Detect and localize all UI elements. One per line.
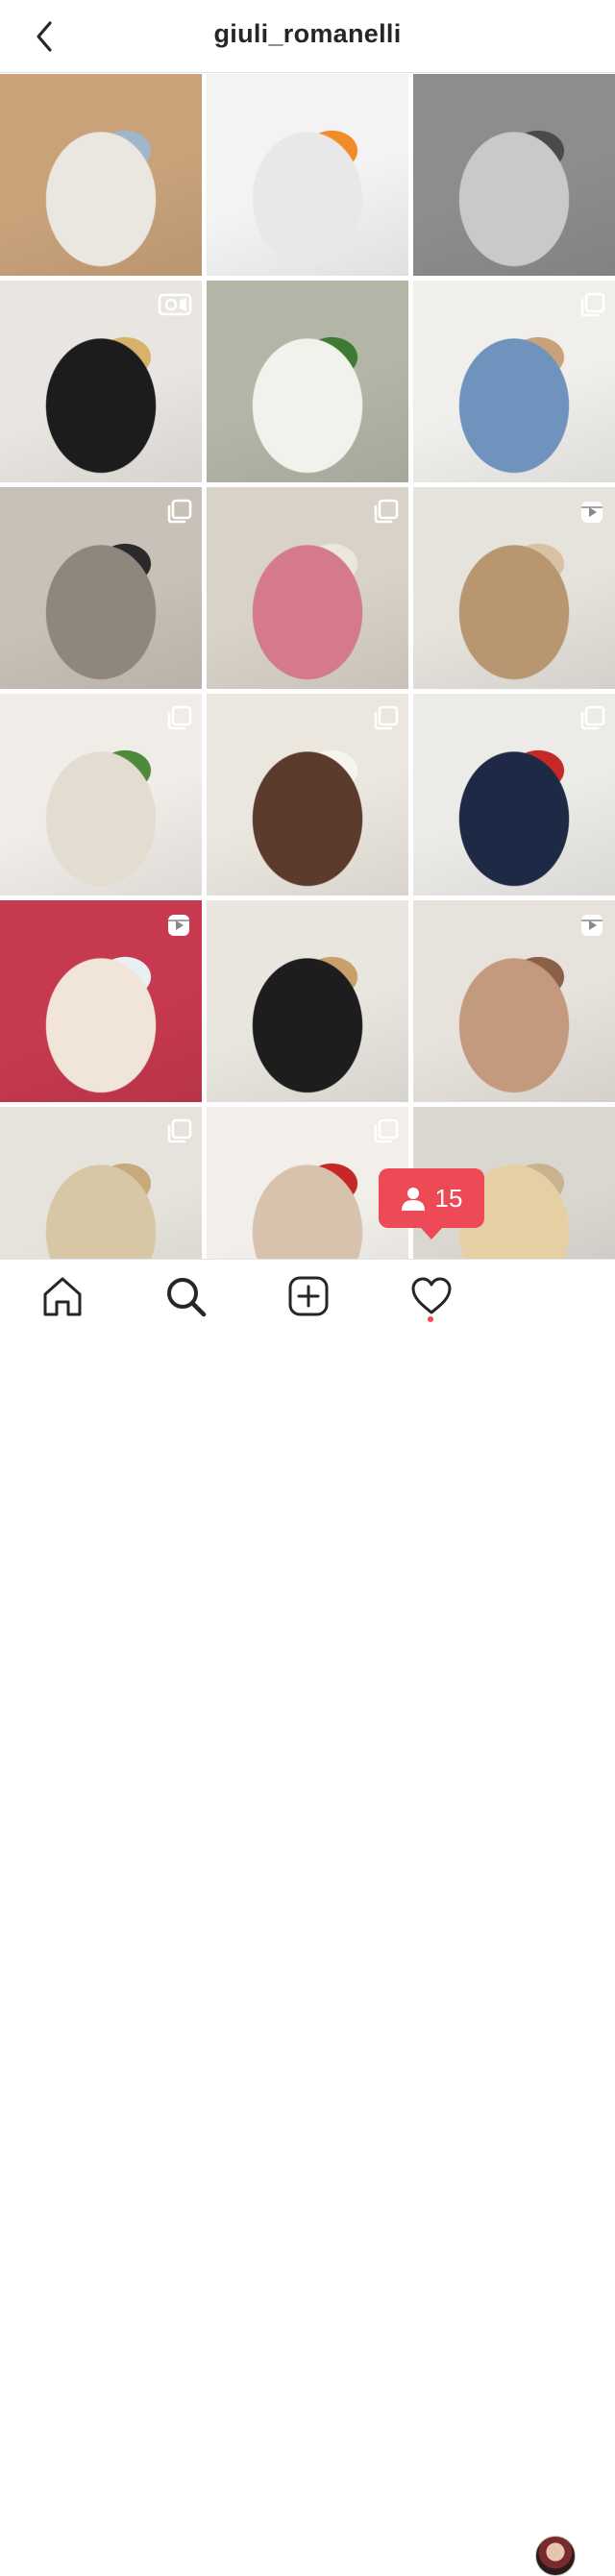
post-trench-back[interactable] bbox=[0, 1107, 202, 1260]
carousel-icon bbox=[372, 1118, 399, 1150]
post-supplement-box[interactable] bbox=[207, 74, 408, 276]
activity-notification-bubble[interactable]: 15 bbox=[379, 1168, 484, 1239]
post-thumbnail-image bbox=[413, 74, 615, 276]
notification-count: 15 bbox=[434, 1183, 463, 1213]
bottom-tab-bar bbox=[0, 1259, 615, 2576]
carousel-icon bbox=[372, 499, 399, 530]
tab-profile[interactable] bbox=[535, 2536, 576, 2576]
tab-activity[interactable] bbox=[410, 1275, 453, 1317]
carousel-icon bbox=[165, 1118, 192, 1150]
carousel-icon bbox=[165, 705, 192, 737]
post-white-knit[interactable] bbox=[0, 694, 202, 895]
tab-home[interactable] bbox=[41, 1275, 84, 1317]
post-hair-bun[interactable] bbox=[413, 487, 615, 689]
person-icon bbox=[401, 1188, 425, 1211]
home-icon bbox=[43, 1277, 82, 1316]
post-restorate-products[interactable] bbox=[0, 900, 202, 1102]
igtv-icon bbox=[158, 292, 192, 322]
posts-grid bbox=[0, 73, 615, 1260]
search-icon bbox=[167, 1278, 207, 1317]
post-thumbnail-image bbox=[0, 74, 202, 276]
post-denim-selfie[interactable] bbox=[413, 281, 615, 482]
post-shelf-decor[interactable] bbox=[0, 487, 202, 689]
carousel-icon bbox=[578, 292, 605, 324]
post-thumbnail-image bbox=[207, 74, 408, 276]
post-chanel-bag[interactable] bbox=[0, 281, 202, 482]
plus-square-icon bbox=[288, 1276, 329, 1316]
post-thumbnail-image bbox=[207, 900, 408, 1102]
post-striped-sweater-red-bag[interactable] bbox=[413, 694, 615, 895]
top-bar: giuli_romanelli bbox=[0, 0, 615, 73]
post-beige-blazer-bag[interactable] bbox=[0, 74, 202, 276]
post-pink-shirt-sofa[interactable] bbox=[207, 487, 408, 689]
activity-dot bbox=[428, 1316, 433, 1322]
tab-search[interactable] bbox=[164, 1275, 207, 1317]
post-hand-face-portrait[interactable] bbox=[413, 900, 615, 1102]
post-white-trousers[interactable] bbox=[207, 694, 408, 895]
tab-new-post[interactable] bbox=[287, 1275, 330, 1317]
carousel-icon bbox=[372, 705, 399, 737]
reels-icon bbox=[165, 912, 192, 944]
reels-icon bbox=[578, 912, 605, 944]
page-title: giuli_romanelli bbox=[213, 19, 402, 48]
post-beach-sand-bw[interactable] bbox=[413, 74, 615, 276]
carousel-icon bbox=[165, 499, 192, 530]
post-black-dress-selfie[interactable] bbox=[207, 900, 408, 1102]
post-thumbnail-image bbox=[207, 281, 408, 482]
heart-icon bbox=[411, 1277, 452, 1314]
post-white-tulips[interactable] bbox=[207, 281, 408, 482]
carousel-icon bbox=[578, 705, 605, 737]
reels-icon bbox=[578, 499, 605, 530]
